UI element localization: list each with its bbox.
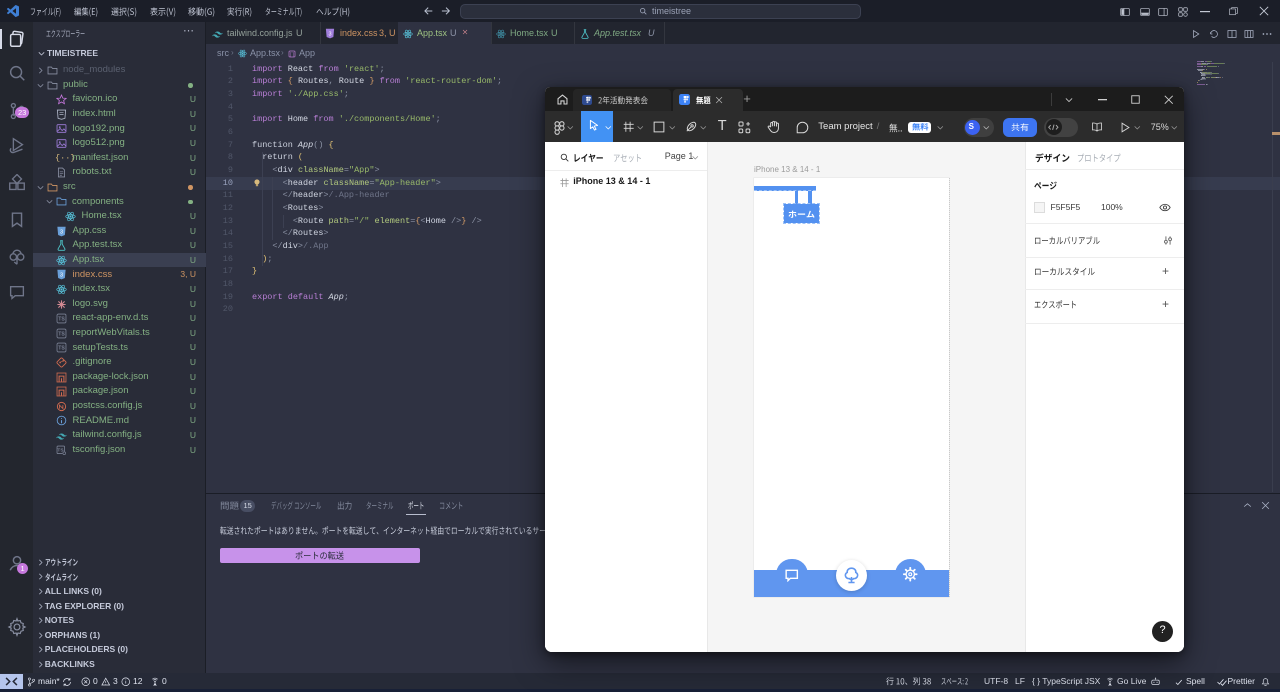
svg-text:TS: TS — [58, 346, 65, 352]
svg-text:3: 3 — [60, 229, 63, 235]
svg-text:3: 3 — [60, 273, 63, 279]
svg-text:3: 3 — [328, 32, 331, 38]
svg-text:[]: [] — [289, 51, 294, 57]
svg-text:TS: TS — [58, 331, 65, 337]
svg-text:TS: TS — [58, 317, 65, 323]
